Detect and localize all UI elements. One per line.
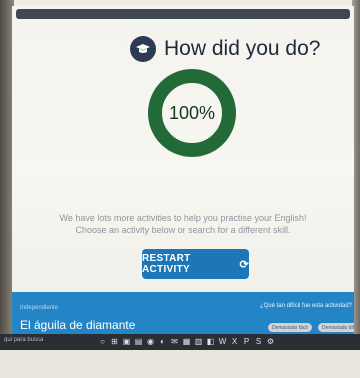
cortana-icon[interactable]: ○: [98, 336, 107, 347]
taskbar-icons: ○ ⊞ ▣ ▤ ◉ ◐ ✉ ▦ ▥ ◧ W X P S ⚙: [98, 336, 278, 347]
book-footer: Independiente El águila de diamante ¿Qué…: [12, 292, 354, 334]
app-icon[interactable]: ▦: [182, 336, 191, 347]
edge-icon[interactable]: ◐: [158, 336, 167, 347]
taskbar-search[interactable]: qui para busca: [4, 337, 43, 343]
refresh-icon: ⟳: [239, 258, 249, 271]
difficulty-question: ¿Qué tan difícil fue esta actividad?: [259, 303, 352, 309]
desk-surface: [0, 350, 360, 378]
photos-icon[interactable]: ◧: [206, 336, 215, 347]
too-hard-button[interactable]: Demasiado difícil: [318, 323, 354, 332]
result-header: How did you do?: [130, 36, 320, 62]
calendar-icon[interactable]: ▥: [194, 336, 203, 347]
too-easy-button[interactable]: Demasiado fácil: [268, 323, 312, 332]
chrome-icon[interactable]: ◉: [146, 336, 155, 347]
taskbar: qui para busca ○ ⊞ ▣ ▤ ◉ ◐ ✉ ▦ ▥ ◧ W X P…: [0, 334, 360, 350]
store-icon[interactable]: ▣: [122, 336, 131, 347]
skype-icon[interactable]: S: [254, 336, 263, 347]
powerpoint-icon[interactable]: P: [242, 336, 251, 347]
graduation-cap-icon: [130, 36, 156, 62]
top-navigation-bar: [16, 9, 350, 19]
book-title[interactable]: El águila de diamante: [20, 318, 135, 332]
file-explorer-icon[interactable]: ▤: [134, 336, 143, 347]
choose-activity-message: Choose an activity below or search for a…: [75, 225, 291, 235]
screen: How did you do? 100% We have lots more a…: [12, 6, 354, 334]
level-label: Independiente: [20, 305, 59, 311]
word-icon[interactable]: W: [218, 336, 227, 347]
excel-icon[interactable]: X: [230, 336, 239, 347]
task-view-icon[interactable]: ⊞: [110, 336, 119, 347]
restart-activity-button[interactable]: RESTART ACTIVITY ⟳: [142, 249, 249, 279]
score-percentage: 100%: [168, 102, 216, 123]
settings-icon[interactable]: ⚙: [266, 336, 275, 347]
restart-label: RESTART ACTIVITY: [142, 253, 191, 275]
score-ring: 100%: [148, 69, 236, 157]
mail-icon[interactable]: ✉: [170, 336, 179, 347]
activities-message: We have lots more activities to help you…: [59, 213, 307, 223]
page-title: How did you do?: [164, 37, 321, 60]
